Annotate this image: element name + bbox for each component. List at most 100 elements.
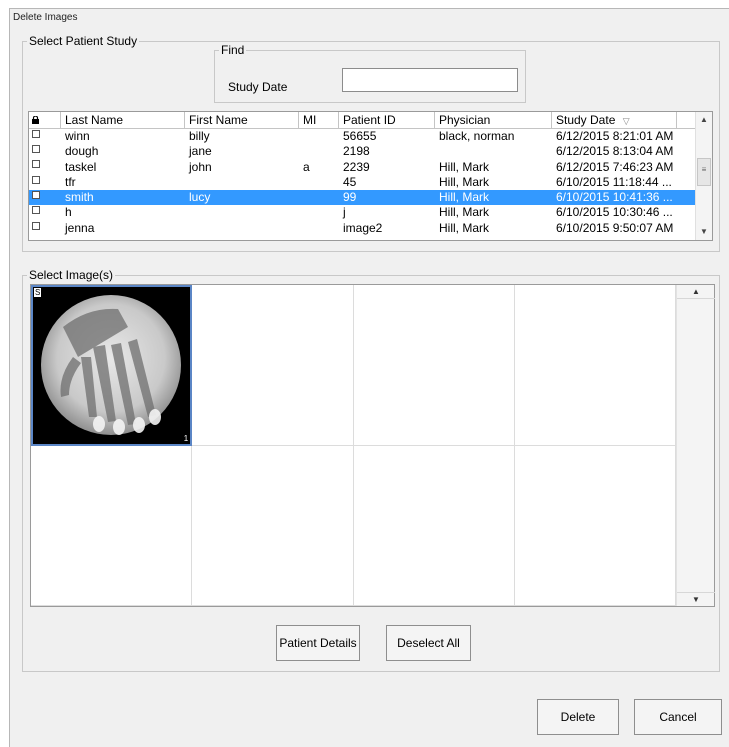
image-slot[interactable] xyxy=(514,445,676,606)
cell-mi xyxy=(299,144,339,159)
image-grid: S 1 xyxy=(31,285,676,606)
image-slot[interactable] xyxy=(31,445,193,606)
patient-details-button[interactable]: Patient Details xyxy=(276,625,360,661)
scroll-down-icon[interactable]: ▼ xyxy=(677,592,715,606)
cell-physician: Hill, Mark xyxy=(439,190,489,205)
cell-study-date: 6/12/2015 8:13:04 AM xyxy=(556,144,674,159)
cell-patient-id: 56655 xyxy=(343,129,377,143)
hand-xray-image xyxy=(33,287,189,443)
table-row[interactable]: h j Hill, Mark 6/10/2015 10:30:46 ... xyxy=(29,205,697,220)
find-group-label: Find xyxy=(219,43,247,57)
cell-first-name xyxy=(185,205,299,220)
find-group: Find Study Date xyxy=(214,43,526,103)
column-header-first-name[interactable]: First Name xyxy=(185,112,299,129)
table-row[interactable]: tfr 45 Hill, Mark 6/10/2015 11:18:44 ... xyxy=(29,175,697,190)
cell-mi xyxy=(299,175,339,190)
column-header-lock[interactable] xyxy=(29,112,61,129)
column-header-last-name[interactable]: Last Name xyxy=(61,112,185,129)
cell-study-date: 6/10/2015 9:50:07 AM xyxy=(556,220,674,235)
cell-first-name: jane xyxy=(189,144,212,159)
cell-physician: Hill, Mark xyxy=(439,220,489,235)
cell-mi xyxy=(299,221,339,236)
cell-first-name: john xyxy=(189,159,212,174)
window-title: Delete Images xyxy=(13,12,78,23)
row-checkbox[interactable] xyxy=(32,191,40,200)
cell-physician: Hill, Mark xyxy=(439,174,489,189)
column-header-study-date[interactable]: Study Date ▽ xyxy=(552,112,677,129)
cell-study-date: 6/10/2015 11:18:44 ... xyxy=(556,174,672,189)
delete-images-window: Delete Images Select Patient Study Find … xyxy=(0,0,729,747)
cell-last-name: dough xyxy=(65,144,99,159)
cancel-button[interactable]: Cancel xyxy=(634,699,722,735)
thumbnail-orientation-badge: S xyxy=(34,288,42,297)
delete-button[interactable]: Delete xyxy=(537,699,619,735)
image-slot[interactable] xyxy=(353,445,515,606)
table-row-selected[interactable]: smith lucy 99 Hill, Mark 6/10/2015 10:41… xyxy=(29,190,697,206)
cell-patient-id: 2239 xyxy=(343,159,370,174)
row-checkbox[interactable] xyxy=(32,145,40,154)
image-thumbnail-selected[interactable]: S 1 xyxy=(31,285,193,446)
study-date-header-label: Study Date xyxy=(556,113,616,127)
cell-mi xyxy=(299,205,339,220)
image-grid-panel: S 1 ▲ ▼ xyxy=(30,284,715,607)
cell-first-name xyxy=(185,221,299,236)
image-grid-scrollbar[interactable]: ▲ ▼ xyxy=(676,285,715,606)
cell-first-name xyxy=(185,175,299,190)
cell-mi: a xyxy=(303,159,310,174)
cell-first-name: billy xyxy=(189,129,210,143)
row-checkbox[interactable] xyxy=(32,221,40,230)
study-date-label: Study Date xyxy=(228,80,288,94)
cell-last-name: h xyxy=(65,205,72,220)
column-header-patient-id[interactable]: Patient ID xyxy=(339,112,435,129)
image-slot[interactable] xyxy=(514,285,676,446)
cell-last-name: tfr xyxy=(65,174,76,189)
table-row[interactable]: jenna image2 Hill, Mark 6/10/2015 9:50:0… xyxy=(29,221,697,236)
table-scrollbar[interactable]: ▲ ≡ ▼ xyxy=(695,112,712,240)
cell-study-date: 6/12/2015 8:21:01 AM xyxy=(556,129,674,143)
cell-patient-id: j xyxy=(343,205,346,220)
cell-study-date: 6/10/2015 10:30:46 ... xyxy=(556,205,673,220)
cell-last-name: winn xyxy=(65,129,90,143)
scroll-up-icon[interactable]: ▲ xyxy=(677,285,715,299)
image-slot[interactable] xyxy=(192,445,354,606)
row-checkbox[interactable] xyxy=(32,175,40,184)
table-row[interactable]: taskel john a 2239 Hill, Mark 6/12/2015 … xyxy=(29,160,697,175)
deselect-all-button[interactable]: Deselect All xyxy=(386,625,471,661)
title-strip xyxy=(0,0,729,8)
scroll-thumb-icon[interactable]: ≡ xyxy=(697,158,711,186)
cell-first-name: lucy xyxy=(189,190,211,205)
column-header-physician[interactable]: Physician xyxy=(435,112,552,129)
cell-mi xyxy=(299,129,339,144)
study-date-input[interactable] xyxy=(342,68,518,92)
table-row[interactable]: winn billy 56655 black, norman 6/12/2015… xyxy=(29,129,697,144)
scroll-down-icon[interactable]: ▼ xyxy=(696,224,712,240)
cell-last-name: taskel xyxy=(65,159,97,174)
image-slot[interactable] xyxy=(353,285,515,446)
cell-study-date: 6/10/2015 10:41:36 ... xyxy=(556,190,673,205)
patient-study-group-label: Select Patient Study xyxy=(27,34,140,48)
column-header-mi[interactable]: MI xyxy=(299,112,339,129)
cell-patient-id: 45 xyxy=(343,174,357,189)
row-checkbox[interactable] xyxy=(32,160,40,169)
cell-mi xyxy=(299,190,339,205)
patient-table: Last Name First Name MI Patient ID Physi… xyxy=(28,111,713,241)
sort-desc-icon: ▽ xyxy=(622,116,630,126)
lock-icon xyxy=(32,116,39,124)
cell-physician xyxy=(435,144,552,159)
table-row[interactable]: dough jane 2198 6/12/2015 8:13:04 AM xyxy=(29,144,697,159)
cell-last-name: jenna xyxy=(65,220,95,235)
cell-patient-id: 99 xyxy=(343,190,357,205)
cell-study-date: 6/12/2015 7:46:23 AM xyxy=(556,159,674,174)
cell-physician: black, norman xyxy=(439,129,515,143)
row-checkbox[interactable] xyxy=(32,129,40,138)
image-slot[interactable] xyxy=(192,285,354,446)
cell-patient-id: 2198 xyxy=(343,144,370,159)
scroll-up-icon[interactable]: ▲ xyxy=(696,112,712,128)
table-body: winn billy 56655 black, norman 6/12/2015… xyxy=(29,129,697,236)
cell-physician: Hill, Mark xyxy=(439,159,489,174)
cell-patient-id: image2 xyxy=(343,220,383,235)
cell-last-name: smith xyxy=(65,190,94,205)
table-header: Last Name First Name MI Patient ID Physi… xyxy=(29,112,697,129)
row-checkbox[interactable] xyxy=(32,206,40,215)
cell-physician: Hill, Mark xyxy=(439,205,489,220)
